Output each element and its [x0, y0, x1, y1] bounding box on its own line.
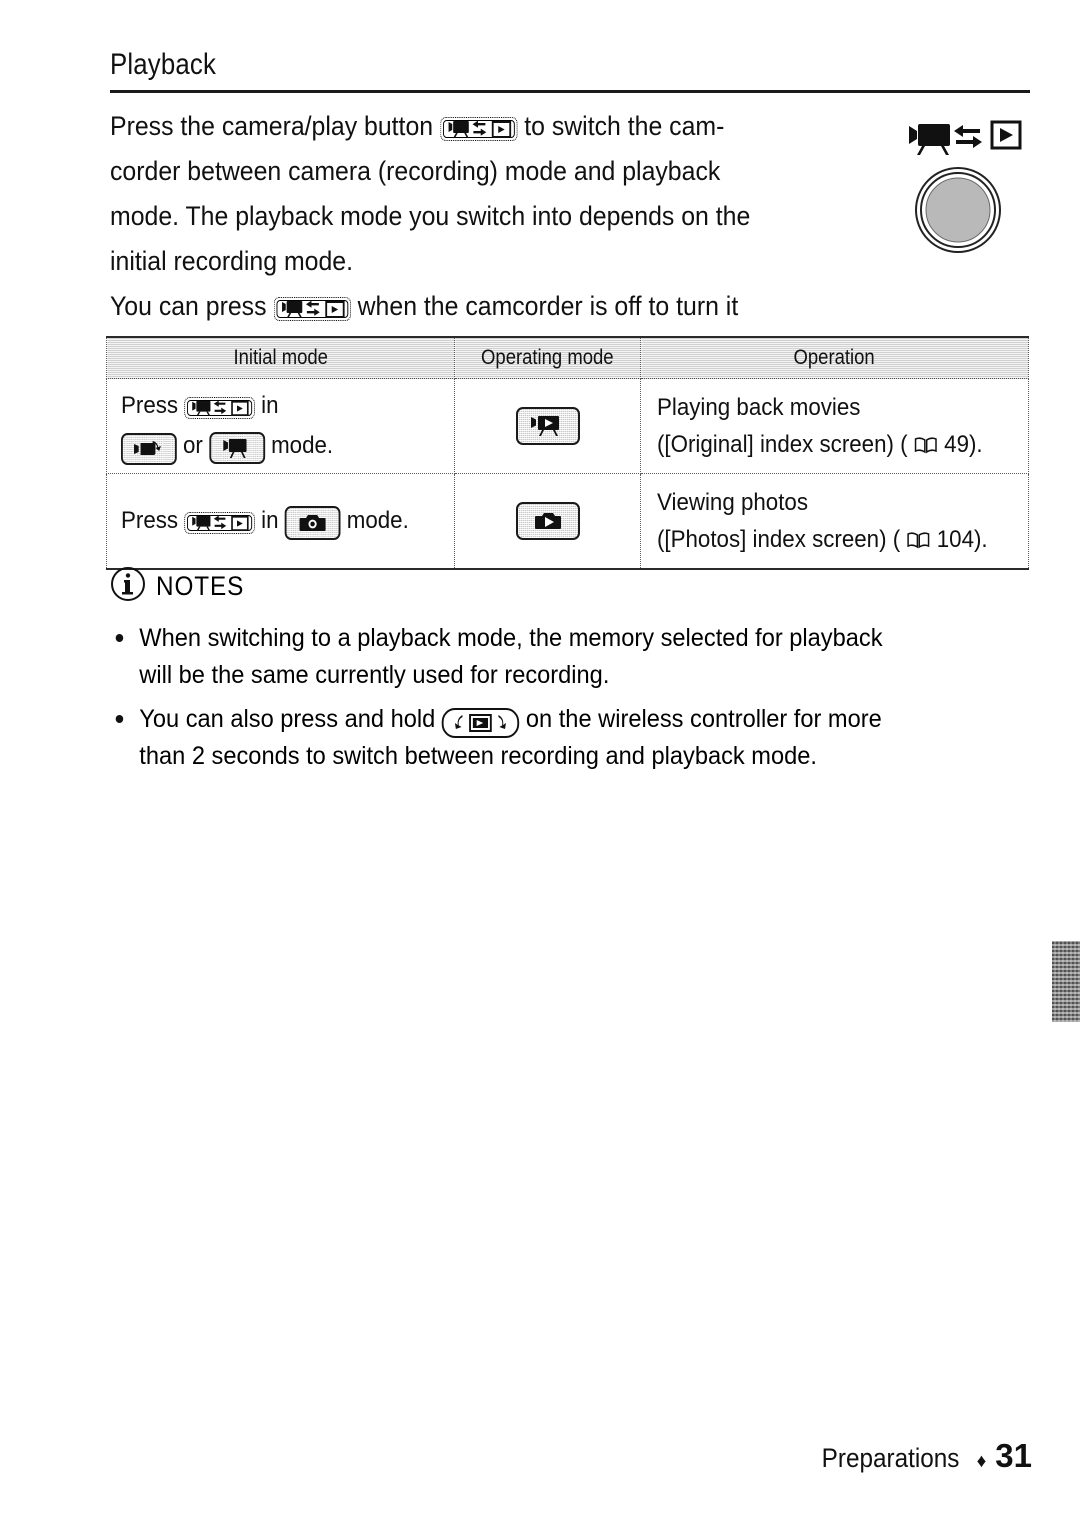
header-label: Initial mode: [233, 346, 328, 369]
page-title: Playback: [110, 48, 217, 81]
intro-text-5: initial recording mode.: [110, 246, 354, 276]
device-art-svg: [909, 120, 1022, 253]
page-reference-book-icon: [914, 435, 938, 455]
operation-suffix: ).: [973, 526, 988, 553]
note-line-1: When switching to a playback mode, the m…: [139, 624, 883, 652]
page-reference-number: 104: [936, 526, 974, 553]
in-label: in: [261, 507, 279, 534]
header-label: Operating mode: [481, 346, 614, 369]
document-page: Playback Press the camera/play button to…: [0, 0, 1080, 1521]
operation-line-2: ([Photos] index screen) ( 104).: [657, 521, 1002, 558]
page-reference-number: 49: [944, 431, 970, 458]
column-header-initial-mode: Initial mode: [106, 336, 455, 379]
operation-suffix: ).: [969, 431, 983, 458]
cell-initial-mode: Press: [106, 473, 455, 570]
cell-operating-mode: [454, 473, 641, 570]
footer-section-label: Preparations: [822, 1443, 960, 1473]
mode-table: Initial mode Operating mode Operation Pr…: [106, 336, 1029, 570]
index-screen-label: ([Original] index screen) (: [657, 431, 908, 458]
title-divider: [110, 90, 1030, 93]
operation-line-1: Playing back movies: [657, 394, 861, 421]
note-line-2: will be the same currently used for reco…: [139, 661, 610, 689]
header-label: Operation: [793, 346, 876, 369]
mode-label: mode.: [346, 507, 409, 534]
camera-play-icon: [184, 397, 255, 419]
photo-mode-icon: [284, 506, 341, 540]
camera-play-icon: [440, 117, 518, 141]
note-item: When switching to a playback mode, the m…: [110, 620, 994, 694]
bullet-icon: [115, 634, 124, 642]
page-footer: Preparations ♦ 31: [814, 1437, 1032, 1475]
note-item: You can also press and hold on the wirel…: [110, 701, 994, 775]
photo-playback-mode-icon: [515, 502, 580, 540]
press-label: Press: [121, 507, 179, 534]
wireless-controller-playback-button-icon: [441, 708, 520, 738]
intro-text-4: mode. The playback mode you switch into …: [110, 201, 751, 231]
edge-section-tab: [1052, 941, 1080, 1022]
notes-list: When switching to a playback mode, the m…: [110, 620, 1045, 782]
operation-line-2: ([Original] index screen) ( 49).: [657, 426, 1002, 463]
notes-label: NOTES: [156, 571, 245, 601]
footer-diamond-icon: ♦: [976, 1451, 987, 1472]
notes-heading: NOTES: [110, 566, 254, 607]
camera-play-icon: [184, 512, 255, 534]
camera-play-button-illustration: [896, 112, 1024, 262]
cell-operation: Playing back movies ([Original] index sc…: [640, 378, 1029, 474]
info-circle-icon: [110, 566, 146, 607]
initial-mode-line-2: or mode.: [121, 426, 431, 466]
cell-initial-mode: Press: [106, 378, 455, 474]
mode-label: mode.: [271, 432, 334, 459]
column-header-operation: Operation: [640, 336, 1029, 379]
dual-shot-mode-icon: [121, 433, 177, 465]
cell-operating-mode: [454, 378, 641, 474]
or-label: or: [183, 432, 203, 459]
table-row: Press: [106, 473, 1029, 570]
operation-line-1: Viewing photos: [657, 489, 808, 516]
cell-operation: Viewing photos ([Photos] index screen) (…: [640, 473, 1029, 570]
intro-text-1: Press the camera/play button: [110, 111, 434, 141]
intro-text-2: to switch the cam-: [524, 111, 725, 141]
bullet-icon: [115, 715, 124, 723]
movie-mode-icon: [209, 432, 265, 464]
in-label: in: [261, 392, 279, 419]
camera-play-icon: [273, 297, 351, 321]
index-screen-label: ([Photos] index screen) (: [657, 526, 901, 553]
intro-text-6: You can press: [110, 291, 267, 321]
note-line-1-post: on the wireless controller for more: [525, 705, 882, 733]
intro-text-7: when the camcorder is off to turn it: [357, 291, 739, 321]
press-label: Press: [121, 392, 179, 419]
initial-mode-line-1: Press: [121, 386, 431, 426]
initial-mode-line-1: Press: [121, 501, 431, 541]
intro-paragraph: Press the camera/play button to switch t…: [110, 104, 837, 374]
note-line-1-pre: You can also press and hold: [139, 705, 436, 733]
page-reference-book-icon: [906, 530, 930, 550]
column-header-operating-mode: Operating mode: [454, 336, 641, 379]
footer-page-number: 31: [995, 1437, 1032, 1474]
table-row: Press: [106, 378, 1029, 474]
movie-playback-mode-icon: [515, 407, 580, 445]
intro-text-3: corder between camera (recording) mode a…: [110, 156, 721, 186]
note-line-2: than 2 seconds to switch between recordi…: [139, 742, 817, 770]
table-header-row: Initial mode Operating mode Operation: [106, 336, 1029, 379]
